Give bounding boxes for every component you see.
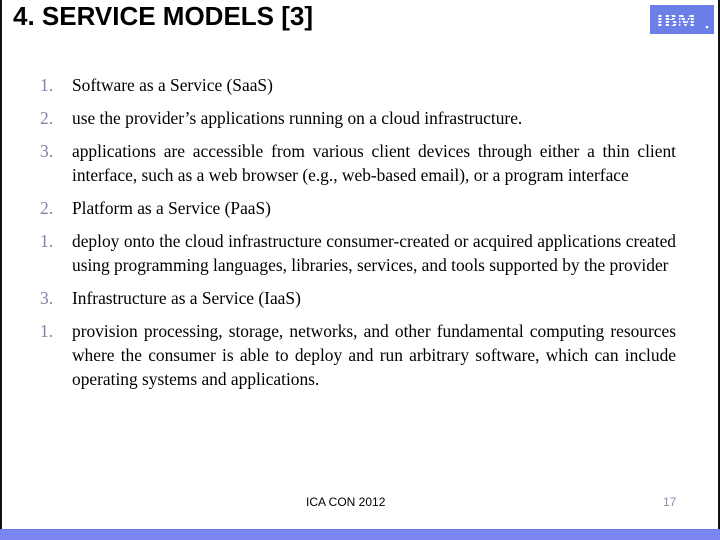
list-item-text: provision processing, storage, networks,… — [72, 321, 676, 389]
bullet-list: 1. Software as a Service (SaaS) 2. use t… — [40, 73, 676, 400]
list-item: 1. provision processing, storage, networ… — [40, 319, 676, 391]
ibm-logo-glyph: IBM — [656, 10, 709, 31]
ibm-logo-icon: IBM — [650, 5, 714, 34]
list-item-number: 3. — [40, 141, 54, 161]
list-item-number: 2. — [40, 198, 54, 218]
slide-border-left — [0, 0, 2, 540]
list-item: 3. Infrastructure as a Service (IaaS) — [40, 286, 676, 310]
list-item-text: Infrastructure as a Service (IaaS) — [72, 288, 301, 308]
list-item-number: 1. — [40, 75, 54, 95]
footer-text: ICA CON 2012 — [306, 495, 386, 509]
list-item-text: applications are accessible from various… — [72, 141, 676, 185]
list-item: 3. applications are accessible from vari… — [40, 139, 676, 187]
slide-title: 4. SERVICE MODELS [3] — [13, 1, 314, 31]
list-item-number: 2. — [40, 108, 54, 128]
list-item-text: Platform as a Service (PaaS) — [72, 198, 271, 218]
list-item-number: 3. — [40, 288, 54, 308]
list-item-number: 1. — [40, 321, 54, 341]
list-item-text: Software as a Service (SaaS) — [72, 75, 273, 95]
list-item-number: 1. — [40, 231, 54, 251]
list-item: 1. deploy onto the cloud infrastructure … — [40, 229, 676, 277]
list-item-text: deploy onto the cloud infrastructure con… — [72, 231, 676, 275]
bottom-band — [0, 529, 720, 540]
list-item: 2. Platform as a Service (PaaS) — [40, 196, 676, 220]
list-item: 1. Software as a Service (SaaS) — [40, 73, 676, 97]
page-number: 17 — [663, 495, 677, 509]
list-item: 2. use the provider’s applications runni… — [40, 106, 676, 130]
slide: 4. SERVICE MODELS [3] IBM 1. Software as… — [0, 0, 720, 540]
list-item-text: use the provider’s applications running … — [72, 108, 523, 128]
svg-text:IBM: IBM — [656, 10, 696, 31]
